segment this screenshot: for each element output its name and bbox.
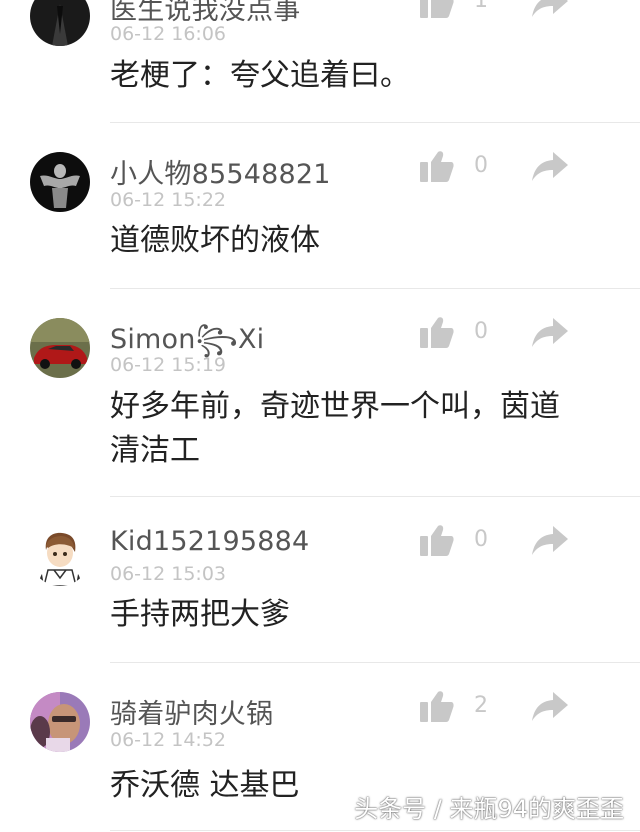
share-icon[interactable] (532, 526, 568, 556)
share-icon[interactable] (532, 692, 568, 722)
like-count: 0 (474, 153, 488, 178)
bodybuilder-avatar-icon[interactable] (30, 152, 90, 212)
share-icon[interactable] (532, 318, 568, 348)
watermark: 头条号 / 来瓶94的爽歪歪 (354, 795, 624, 823)
like-count: 2 (474, 693, 488, 718)
thumbs-up-icon[interactable] (420, 316, 454, 348)
share-icon[interactable] (532, 152, 568, 182)
username[interactable]: 骑着驴肉火锅 (110, 692, 273, 731)
share-icon[interactable] (532, 0, 568, 18)
like-count: 0 (474, 527, 488, 552)
photo-avatar-icon[interactable] (30, 692, 90, 752)
comment-text: 道德败坏的液体 (110, 223, 320, 258)
divider (110, 288, 640, 289)
timestamp: 06-12 16:06 (110, 23, 227, 45)
thumbs-up-icon[interactable] (420, 524, 454, 556)
divider (110, 662, 640, 663)
timestamp: 06-12 15:22 (110, 189, 227, 211)
thumbs-up-icon[interactable] (420, 0, 454, 18)
like-count: 0 (474, 319, 488, 344)
cartoon-boy-avatar-icon[interactable] (30, 526, 90, 586)
timestamp: 06-12 14:52 (110, 729, 227, 751)
like-count: 1 (474, 0, 488, 13)
dark-suit-avatar-icon[interactable] (30, 0, 90, 46)
thumbs-up-icon[interactable] (420, 690, 454, 722)
divider (110, 496, 640, 497)
thumbs-up-icon[interactable] (420, 150, 454, 182)
red-car-avatar-icon[interactable] (30, 318, 90, 378)
comment-text: 老梗了：夸父追着曰。 (110, 58, 410, 93)
comment-text: 手持两把大爹 (110, 597, 290, 632)
comment-text: 好多年前，奇迹世界一个叫，茵道 清洁工 (110, 389, 560, 468)
username[interactable]: Kid152195884 (110, 526, 309, 557)
username[interactable]: 小人物85548821 (110, 152, 331, 191)
timestamp: 06-12 15:03 (110, 563, 227, 585)
divider (110, 830, 640, 831)
timestamp: 06-12 15:19 (110, 354, 227, 376)
divider (110, 122, 640, 123)
